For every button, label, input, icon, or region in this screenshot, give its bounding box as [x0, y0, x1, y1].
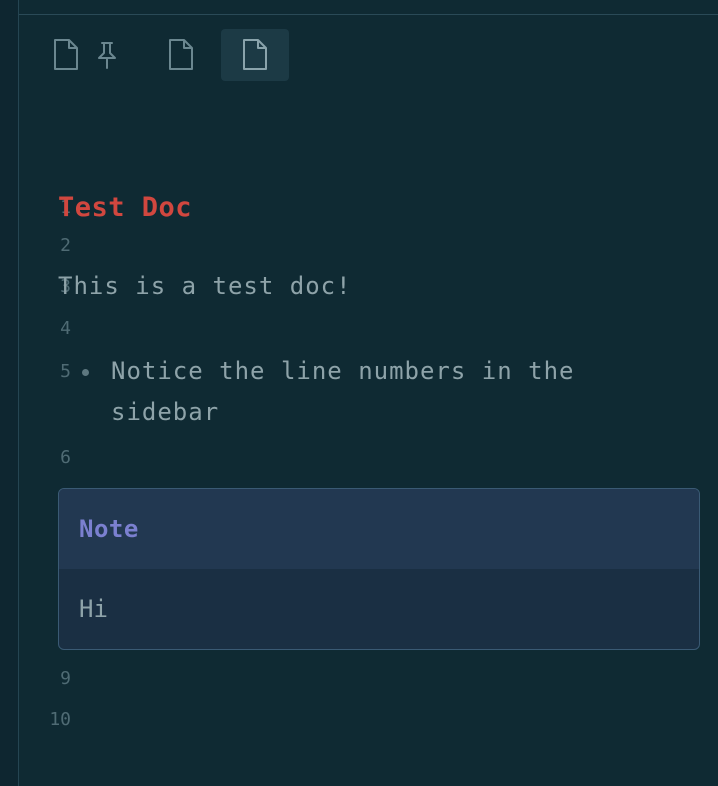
tab-bar [19, 15, 718, 95]
file-icon [52, 38, 80, 72]
bullet-text[interactable]: Notice the line numbers in the sidebar [111, 351, 671, 433]
line-number: 6 [60, 447, 71, 468]
line-number: 5 [60, 361, 71, 382]
tab-pinned-document[interactable] [47, 29, 123, 81]
line-number: 4 [60, 318, 71, 339]
callout-text[interactable]: Hi [79, 595, 108, 623]
tab-document[interactable] [159, 29, 203, 81]
pin-icon[interactable] [96, 41, 118, 69]
line-number: 10 [49, 709, 71, 730]
bullet-point [82, 369, 89, 376]
line-number: 2 [60, 235, 71, 256]
doc-heading[interactable]: Test Doc [58, 192, 192, 223]
editor-window: 1 Test Doc 2 3 This is a test doc! 4 5 N… [0, 0, 718, 786]
line-number: 9 [60, 668, 71, 689]
callout-header: Note [59, 489, 699, 569]
paragraph-text[interactable]: This is a test doc! [58, 272, 352, 300]
file-icon [241, 38, 269, 72]
callout-body: Hi [59, 569, 699, 649]
editor-content[interactable]: 1 Test Doc 2 3 This is a test doc! 4 5 N… [19, 95, 718, 786]
tab-document-active[interactable] [221, 29, 289, 81]
callout-title[interactable]: Note [79, 515, 139, 543]
left-rail [0, 0, 19, 786]
note-callout[interactable]: Note Hi [58, 488, 700, 650]
top-divider [19, 0, 718, 15]
file-icon [167, 38, 195, 72]
